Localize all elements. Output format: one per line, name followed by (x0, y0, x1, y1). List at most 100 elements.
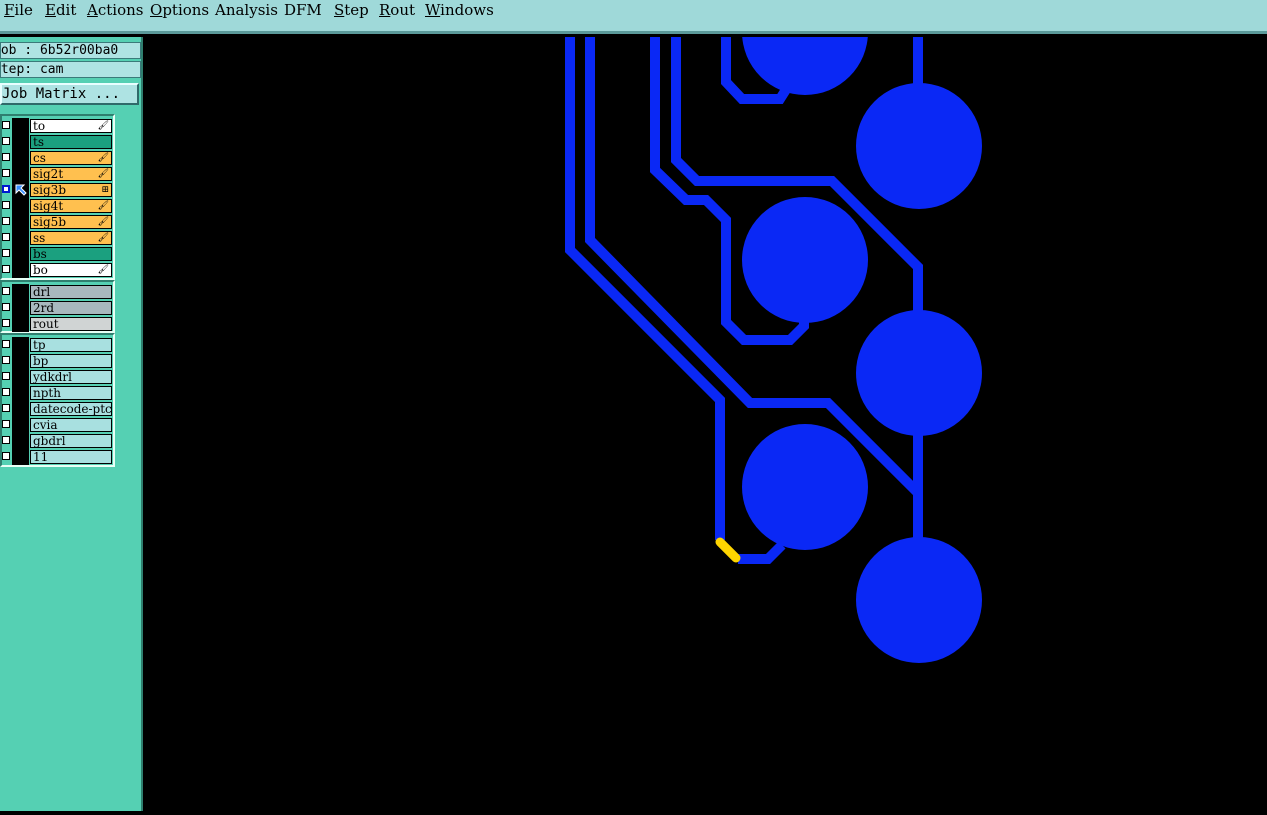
layer-work-column[interactable] (12, 150, 29, 166)
layer-name[interactable]: ydkdrl (30, 370, 112, 384)
layer-work-column[interactable] (12, 166, 29, 182)
menu-file[interactable]: File (4, 0, 33, 20)
menu-windows[interactable]: Windows (425, 0, 494, 20)
menu-dfm[interactable]: DFM (284, 0, 322, 20)
layer-work-column[interactable] (12, 316, 29, 332)
layer-visibility-checkbox[interactable] (2, 287, 10, 295)
layer-row[interactable]: bs (2, 246, 113, 262)
layer-name[interactable]: gbdrl (30, 434, 112, 448)
selected-trace-segment[interactable] (715, 537, 741, 563)
pad[interactable] (856, 537, 982, 663)
layer-row[interactable]: npth (2, 385, 113, 401)
layer-name[interactable]: ss 🖌 (30, 231, 112, 245)
layer-name[interactable]: 11 (30, 450, 112, 464)
layer-work-column[interactable] (12, 401, 29, 417)
layer-visibility-checkbox[interactable] (2, 265, 10, 273)
layer-row[interactable]: drl (2, 284, 113, 300)
layer-visibility-checkbox[interactable] (2, 217, 10, 225)
layer-name[interactable]: npth (30, 386, 112, 400)
layer-row[interactable]: ss 🖌 (2, 230, 113, 246)
layer-visibility-checkbox[interactable] (2, 340, 10, 348)
layer-row[interactable]: cs 🖌 (2, 150, 113, 166)
layer-name[interactable]: sig3b ⊞ (30, 183, 112, 197)
layer-visibility-checkbox[interactable] (2, 356, 10, 364)
layer-name[interactable]: rout (30, 317, 112, 331)
layer-visibility-checkbox[interactable] (2, 121, 10, 129)
layer-row[interactable]: datecode-ptc (2, 401, 113, 417)
layer-name[interactable]: drl (30, 285, 112, 299)
layer-work-column[interactable] (12, 198, 29, 214)
menu-analysis[interactable]: Analysis (215, 0, 278, 20)
layer-work-column[interactable] (12, 300, 29, 316)
layer-work-column[interactable] (12, 262, 29, 278)
layer-visibility-checkbox[interactable] (2, 153, 10, 161)
pad[interactable] (856, 310, 982, 436)
layer-visibility-checkbox[interactable] (2, 303, 10, 311)
layer-name[interactable]: 2rd (30, 301, 112, 315)
layer-name[interactable]: sig5b 🖌 (30, 215, 112, 229)
layer-row[interactable]: sig4t 🖌 (2, 198, 113, 214)
layer-row[interactable]: sig5b 🖌 (2, 214, 113, 230)
layer-row[interactable]: bo 🖌 (2, 262, 113, 278)
layer-visibility-checkbox[interactable] (2, 185, 10, 193)
layer-name[interactable]: datecode-ptc (30, 402, 112, 416)
layer-work-column[interactable] (12, 449, 29, 465)
layer-work-column[interactable] (12, 417, 29, 433)
layer-visibility-checkbox[interactable] (2, 436, 10, 444)
menu-actions[interactable]: Actions (87, 0, 143, 20)
pad[interactable] (856, 83, 982, 209)
layer-visibility-checkbox[interactable] (2, 169, 10, 177)
layer-name[interactable]: bp (30, 354, 112, 368)
menu-options[interactable]: Options (150, 0, 209, 20)
layer-row[interactable]: cvia (2, 417, 113, 433)
layer-work-column[interactable] (12, 369, 29, 385)
layer-visibility-checkbox[interactable] (2, 404, 10, 412)
layer-work-column[interactable] (12, 353, 29, 369)
layer-row[interactable]: sig2t 🖌 (2, 166, 113, 182)
layer-row[interactable]: rout (2, 316, 113, 332)
pcb-view[interactable] (145, 0, 1267, 811)
layer-name[interactable]: to 🖌 (30, 119, 112, 133)
layer-visibility-checkbox[interactable] (2, 137, 10, 145)
graphics-canvas[interactable] (145, 0, 1267, 811)
layer-name[interactable]: sig4t 🖌 (30, 199, 112, 213)
layer-visibility-checkbox[interactable] (2, 233, 10, 241)
layer-visibility-checkbox[interactable] (2, 319, 10, 327)
layer-name[interactable]: sig2t 🖌 (30, 167, 112, 181)
menu-edit[interactable]: Edit (45, 0, 76, 20)
layer-name[interactable]: bs (30, 247, 112, 261)
layer-name[interactable]: tp (30, 338, 112, 352)
layer-name[interactable]: cs 🖌 (30, 151, 112, 165)
layer-work-column[interactable] (12, 385, 29, 401)
layer-row[interactable]: sig3b ⊞ (2, 182, 113, 198)
layer-row[interactable]: ydkdrl (2, 369, 113, 385)
layer-row[interactable]: ts (2, 134, 113, 150)
layer-row[interactable]: 11 (2, 449, 113, 465)
layer-work-column[interactable] (12, 433, 29, 449)
trace[interactable] (738, 541, 786, 564)
layer-name[interactable]: ts (30, 135, 112, 149)
layer-name[interactable]: bo 🖌 (30, 263, 112, 277)
layer-work-column[interactable] (12, 284, 29, 300)
menu-rout[interactable]: Rout (379, 0, 415, 20)
layer-visibility-checkbox[interactable] (2, 372, 10, 380)
layer-name[interactable]: cvia (30, 418, 112, 432)
layer-row[interactable]: 2rd (2, 300, 113, 316)
layer-visibility-checkbox[interactable] (2, 388, 10, 396)
layer-work-column[interactable] (12, 246, 29, 262)
pad[interactable] (742, 0, 868, 95)
layer-row[interactable]: bp (2, 353, 113, 369)
job-matrix-button[interactable]: Job Matrix ... (0, 83, 139, 105)
pad[interactable] (742, 197, 868, 323)
layer-row[interactable]: to 🖌 (2, 118, 113, 134)
layer-visibility-checkbox[interactable] (2, 420, 10, 428)
layer-row[interactable]: gbdrl (2, 433, 113, 449)
layer-visibility-checkbox[interactable] (2, 201, 10, 209)
menu-step[interactable]: Step (334, 0, 369, 20)
layer-work-column[interactable] (12, 230, 29, 246)
layer-work-column[interactable] (12, 182, 29, 198)
layer-work-column[interactable] (12, 118, 29, 134)
layer-work-column[interactable] (12, 337, 29, 353)
layer-work-column[interactable] (12, 214, 29, 230)
layer-row[interactable]: tp (2, 337, 113, 353)
